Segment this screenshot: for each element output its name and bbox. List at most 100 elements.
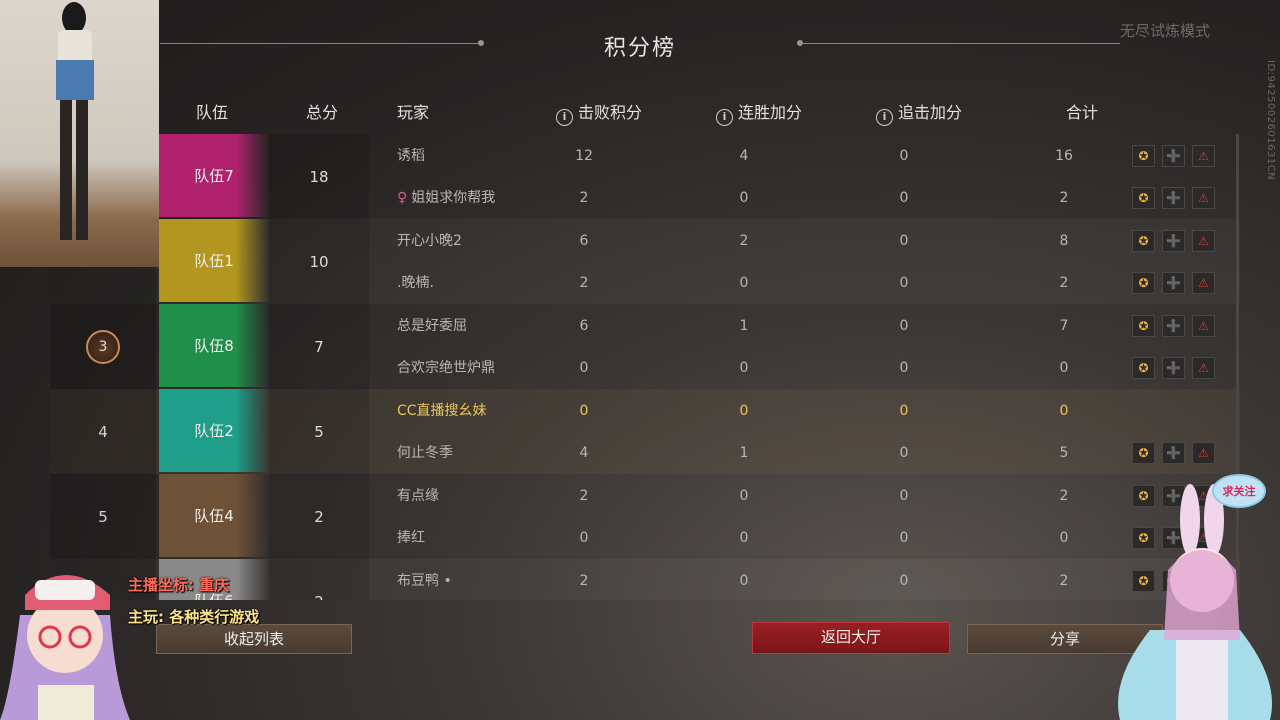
add-friend-icon[interactable]: ➕ — [1162, 442, 1185, 464]
team-block: 4 队伍2 5 CC直播搜幺妹 0 0 0 0 何止冬季 4 1 0 5 ✪ ➕ ⚠ — [50, 389, 1240, 474]
team-block: 队伍7 18 诱稻 12 4 0 16 ✪ ➕ ⚠ ♀ 姐姐求你帮我 2 0 0 2 ✪ ➕ ⚠ — [50, 134, 1240, 219]
gift-icon[interactable]: ✪ — [1132, 442, 1155, 464]
player-row: 诱稻 12 4 0 16 ✪ ➕ ⚠ — [370, 135, 1240, 177]
gift-icon[interactable]: ✪ — [1132, 315, 1155, 337]
report-icon[interactable]: ⚠ — [1192, 357, 1215, 379]
gift-icon[interactable]: ✪ — [1132, 357, 1155, 379]
player-name[interactable]: 总是好委屈 — [397, 305, 547, 347]
info-icon[interactable]: i — [876, 109, 893, 126]
chase-bonus: 0 — [899, 573, 909, 589]
team-total-score: 7 — [269, 304, 369, 389]
report-icon[interactable]: ⚠ — [1192, 315, 1215, 337]
title-divider-right — [800, 43, 1120, 44]
header-team: 队伍 — [195, 103, 228, 122]
chase-bonus: 0 — [899, 275, 909, 291]
player-name[interactable]: .晚楠. — [397, 262, 547, 304]
player-name[interactable]: CC直播搜幺妹 — [397, 390, 547, 432]
kill-score: 4 — [579, 445, 589, 461]
player-name[interactable]: 何止冬季 — [397, 432, 547, 474]
follow-bubble: 求关注 — [1212, 474, 1266, 508]
player-row: 开心小晚2 6 2 0 8 ✪ ➕ ⚠ — [370, 220, 1240, 262]
mode-label: 无尽试炼模式 — [1119, 22, 1210, 40]
chase-bonus: 0 — [899, 190, 909, 206]
streak-bonus: 1 — [739, 318, 749, 334]
add-friend-icon[interactable]: ➕ — [1162, 357, 1185, 379]
streamer-main-games: 主玩: 各种类行游戏 — [128, 608, 260, 626]
streak-bonus: 4 — [739, 148, 749, 164]
player-name-text: CC直播搜幺妹 — [397, 403, 487, 419]
title-bar: 积分榜 无尽试炼模式 — [0, 0, 1280, 90]
female-icon: ♀ — [397, 190, 408, 206]
streak-bonus: 0 — [739, 488, 749, 504]
kill-score: 2 — [579, 573, 589, 589]
player-name-text: 何止冬季 — [397, 445, 453, 461]
team-total-score: 5 — [269, 389, 369, 474]
player-name[interactable]: 开心小晚2 — [397, 220, 547, 262]
title-divider-left — [160, 43, 480, 44]
player-name[interactable]: 诱稻 — [397, 135, 547, 177]
player-name[interactable]: 捧红 — [397, 517, 547, 559]
add-friend-icon[interactable]: ➕ — [1162, 230, 1185, 252]
player-actions: ✪ ➕ ⚠ — [1132, 442, 1216, 464]
info-icon[interactable]: i — [556, 109, 573, 126]
report-icon[interactable]: ⚠ — [1192, 145, 1215, 167]
team-name: 队伍2 — [159, 389, 269, 472]
sum-score: 2 — [1059, 573, 1069, 589]
header-streak-bonus[interactable]: i 连胜加分 — [716, 98, 836, 128]
sum-score: 2 — [1059, 488, 1069, 504]
gift-icon[interactable]: ✪ — [1132, 230, 1155, 252]
kill-score: 2 — [579, 190, 589, 206]
add-friend-icon[interactable]: ➕ — [1162, 187, 1185, 209]
gift-icon[interactable]: ✪ — [1132, 145, 1155, 167]
kill-score: 12 — [575, 148, 593, 164]
player-name[interactable]: 布豆鸭 • — [397, 560, 547, 600]
player-name[interactable]: 合欢宗绝世炉鼎 — [397, 347, 547, 389]
report-icon[interactable]: ⚠ — [1192, 230, 1215, 252]
title-divider-dot — [478, 40, 484, 46]
add-friend-icon[interactable]: ➕ — [1162, 272, 1185, 294]
kill-score: 6 — [579, 233, 589, 249]
page-title: 积分榜 — [603, 36, 676, 61]
add-friend-icon[interactable]: ➕ — [1162, 145, 1185, 167]
streamer-avatar-left — [0, 555, 130, 720]
player-actions: ✪ ➕ ⚠ — [1132, 230, 1216, 252]
header-kill-score[interactable]: i 击败积分 — [556, 98, 676, 128]
player-name-text: 布豆鸭 • — [397, 573, 452, 589]
header-sum: 合计 — [1065, 103, 1098, 122]
sum-score: 7 — [1059, 318, 1069, 334]
player-name-text: 总是好委屈 — [397, 318, 467, 334]
header-player: 玩家 — [397, 103, 430, 122]
chase-bonus: 0 — [899, 488, 909, 504]
team-total-score: 2 — [269, 474, 369, 559]
info-icon[interactable]: i — [716, 109, 733, 126]
report-icon[interactable]: ⚠ — [1192, 187, 1215, 209]
collapse-list-button[interactable]: 收起列表 — [156, 624, 352, 654]
team-name: 队伍8 — [159, 304, 269, 387]
report-icon[interactable]: ⚠ — [1192, 442, 1215, 464]
add-friend-icon[interactable]: ➕ — [1162, 315, 1185, 337]
streak-bonus: 0 — [739, 275, 749, 291]
chase-bonus: 0 — [899, 445, 909, 461]
scoreboard: 队伍7 18 诱稻 12 4 0 16 ✪ ➕ ⚠ ♀ 姐姐求你帮我 2 0 0 2 ✪ ➕ ⚠ 队伍1 10 开心小晚2… — [50, 134, 1240, 600]
player-actions: ✪ ➕ ⚠ — [1132, 272, 1216, 294]
rank-number: 5 — [98, 507, 108, 526]
player-actions: ✪ ➕ ⚠ — [1132, 315, 1216, 337]
gift-icon[interactable]: ✪ — [1132, 187, 1155, 209]
sum-score: 8 — [1059, 233, 1069, 249]
return-lobby-button[interactable]: 返回大厅 — [752, 622, 950, 654]
header-chase-bonus[interactable]: i 追击加分 — [876, 98, 996, 128]
team-name: 队伍4 — [159, 474, 269, 557]
player-name-text: 开心小晚2 — [397, 233, 462, 249]
player-row: 总是好委屈 6 1 0 7 ✪ ➕ ⚠ — [370, 305, 1240, 347]
gift-icon[interactable]: ✪ — [1132, 272, 1155, 294]
report-icon[interactable]: ⚠ — [1192, 272, 1215, 294]
team-total-score: 10 — [269, 219, 369, 304]
streak-bonus: 1 — [739, 445, 749, 461]
team-rank: 5 — [50, 474, 156, 559]
header-total: 总分 — [305, 103, 338, 122]
header-chase-bonus-label: 追击加分 — [898, 103, 963, 122]
player-name[interactable]: 有点缘 — [397, 475, 547, 517]
team-rank: 3 — [50, 304, 156, 389]
player-name[interactable]: ♀ 姐姐求你帮我 — [397, 177, 547, 219]
sum-score: 0 — [1059, 360, 1069, 376]
